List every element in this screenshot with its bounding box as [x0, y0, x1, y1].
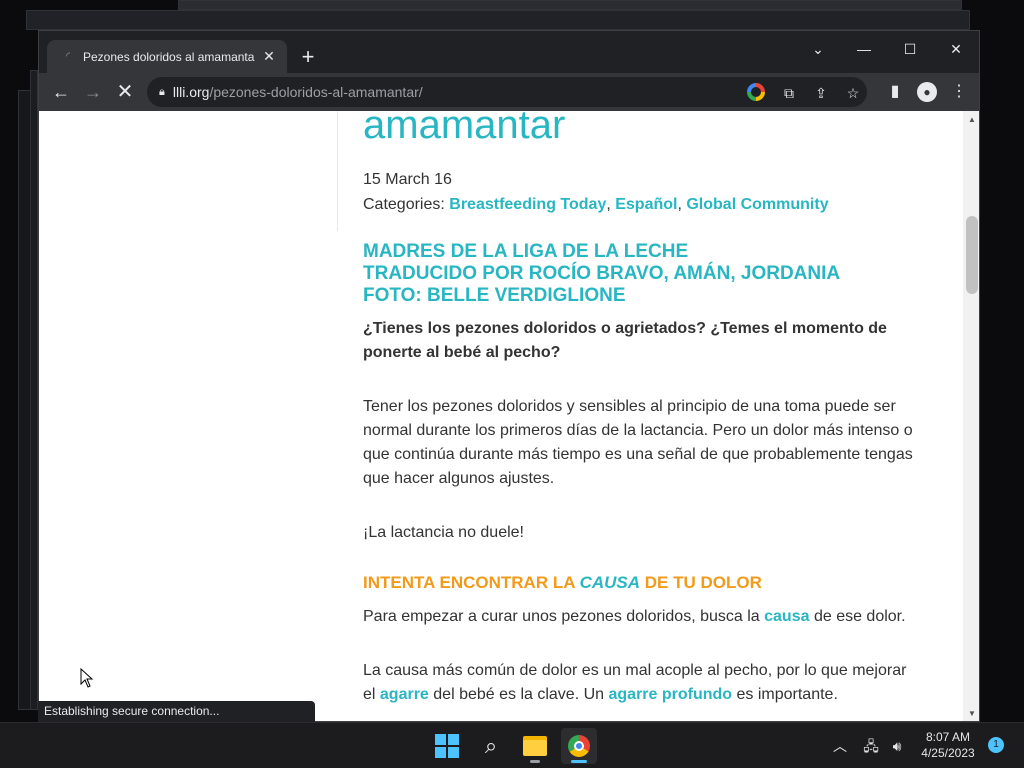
search-icon[interactable]: ⌕: [473, 728, 509, 764]
file-explorer-icon[interactable]: [517, 728, 553, 764]
url-path: /pezones-doloridos-al-amamantar/: [209, 84, 423, 100]
browser-window: ◜ Pezones doloridos al amamantar ✕ + ⌄ —…: [38, 30, 980, 722]
sidebar-divider: [337, 111, 338, 231]
lock-icon[interactable]: 🔒︎: [159, 86, 165, 99]
page-title: amamantar: [363, 111, 566, 147]
link-agarre[interactable]: agarre: [380, 686, 429, 703]
profile-avatar-icon[interactable]: ●: [913, 78, 941, 106]
new-tab-button[interactable]: +: [295, 45, 321, 71]
post-categories: Categories: Breastfeeding Today, Español…: [363, 196, 829, 213]
page-viewport: amamantar 15 March 16 Categories: Breast…: [39, 111, 963, 721]
paragraph-text: es importante.: [732, 686, 838, 703]
vertical-scrollbar[interactable]: ▲ ▼: [963, 111, 979, 721]
tab-search-chevron-icon[interactable]: ⌄: [795, 35, 841, 63]
paragraph: ¡La lactancia no duele!: [363, 524, 524, 541]
scrollbar-thumb[interactable]: [966, 216, 978, 294]
categories-label: Categories:: [363, 196, 450, 213]
stop-loading-button[interactable]: ✕: [111, 78, 139, 106]
taskbar: ⌕ ︿ 🖧︎ 🔊︎ 8:07 AM 4/25/2023 1: [0, 722, 1024, 768]
post-date: 15 March 16: [363, 171, 452, 188]
category-link-global-community[interactable]: Global Community: [686, 196, 828, 213]
credit-line: TRADUCIDO POR ROCÍO BRAVO, AMÁN, JORDANI…: [363, 263, 841, 284]
scroll-down-arrow-icon[interactable]: ▼: [963, 707, 979, 721]
tab-close-icon[interactable]: ✕: [261, 48, 277, 65]
paragraph: Tener los pezones doloridos y sensibles …: [363, 398, 913, 487]
background-window: [178, 0, 962, 10]
category-link-breastfeeding-today[interactable]: Breastfeeding Today: [449, 196, 606, 213]
clock-date: 4/25/2023: [921, 746, 975, 760]
bookmark-star-icon[interactable]: ☆: [843, 83, 863, 103]
mouse-pointer-icon: [80, 668, 94, 688]
paragraph: La causa más común de dolor es un mal ac…: [363, 659, 919, 707]
category-link-espanol[interactable]: Español: [615, 196, 677, 213]
tray-chevron-up-icon[interactable]: ︿: [830, 723, 850, 768]
loading-favicon-icon: ◜: [66, 50, 70, 62]
background-window: [26, 10, 970, 30]
paragraph: Para empezar a curar unos pezones dolori…: [363, 605, 919, 629]
paragraph-text: Para empezar a curar unos pezones dolori…: [363, 608, 765, 625]
forward-button[interactable]: →: [79, 78, 107, 106]
network-icon[interactable]: 🖧︎: [860, 723, 882, 768]
browser-toolbar: ← → ✕ 🔒︎ llli.org/pezones-doloridos-al-a…: [39, 73, 979, 111]
background-window: [30, 70, 38, 710]
status-bubble: Establishing secure connection...: [38, 701, 315, 722]
google-lens-icon[interactable]: [747, 83, 765, 101]
paragraph-text: de ese dolor.: [809, 608, 906, 625]
section-heading: INTENTA ENCONTRAR LA CAUSA DE TU DOLOR: [363, 573, 762, 593]
volume-icon[interactable]: 🔊︎: [886, 723, 908, 768]
scroll-up-arrow-icon[interactable]: ▲: [963, 113, 979, 127]
menu-kebab-icon[interactable]: ⋮: [945, 78, 973, 106]
tab-strip: ◜ Pezones doloridos al amamantar ✕ + ⌄ —…: [39, 31, 979, 73]
link-agarre-profundo[interactable]: agarre profundo: [609, 686, 733, 703]
heading-emphasis: CAUSA: [579, 573, 641, 592]
tab-active[interactable]: ◜ Pezones doloridos al amamantar ✕: [47, 40, 287, 73]
link-causa[interactable]: causa: [764, 608, 809, 625]
address-bar[interactable]: 🔒︎ llli.org/pezones-doloridos-al-amamant…: [147, 77, 867, 107]
heading-text: DE TU DOLOR: [640, 573, 762, 592]
back-button[interactable]: ←: [47, 78, 75, 106]
credit-line: MADRES DE LA LIGA DE LA LECHE: [363, 241, 689, 262]
translate-icon[interactable]: ⧉: [779, 83, 799, 103]
side-panel-icon[interactable]: ▮: [881, 78, 909, 106]
maximize-button[interactable]: ☐: [887, 35, 933, 63]
tab-title: Pezones doloridos al amamantar: [83, 49, 255, 64]
system-clock[interactable]: 8:07 AM 4/25/2023: [912, 729, 984, 761]
paragraph-text: del bebé es la clave. Un: [428, 686, 609, 703]
url-domain: llli.org: [172, 84, 210, 100]
minimize-button[interactable]: —: [841, 35, 887, 63]
article-credits: MADRES DE LA LIGA DE LA LECHE TRADUCIDO …: [363, 241, 840, 307]
notification-badge[interactable]: 1: [988, 737, 1004, 753]
share-icon[interactable]: ⇪: [811, 83, 831, 103]
chrome-icon[interactable]: [561, 728, 597, 764]
credit-line: FOTO: BELLE VERDIGLIONE: [363, 285, 626, 306]
windows-start-icon[interactable]: [429, 728, 465, 764]
heading-text: INTENTA ENCONTRAR LA: [363, 573, 580, 592]
clock-time: 8:07 AM: [925, 730, 971, 744]
close-window-button[interactable]: ✕: [933, 35, 979, 63]
intro-question: ¿Tienes los pezones doloridos o agrietad…: [363, 320, 887, 361]
